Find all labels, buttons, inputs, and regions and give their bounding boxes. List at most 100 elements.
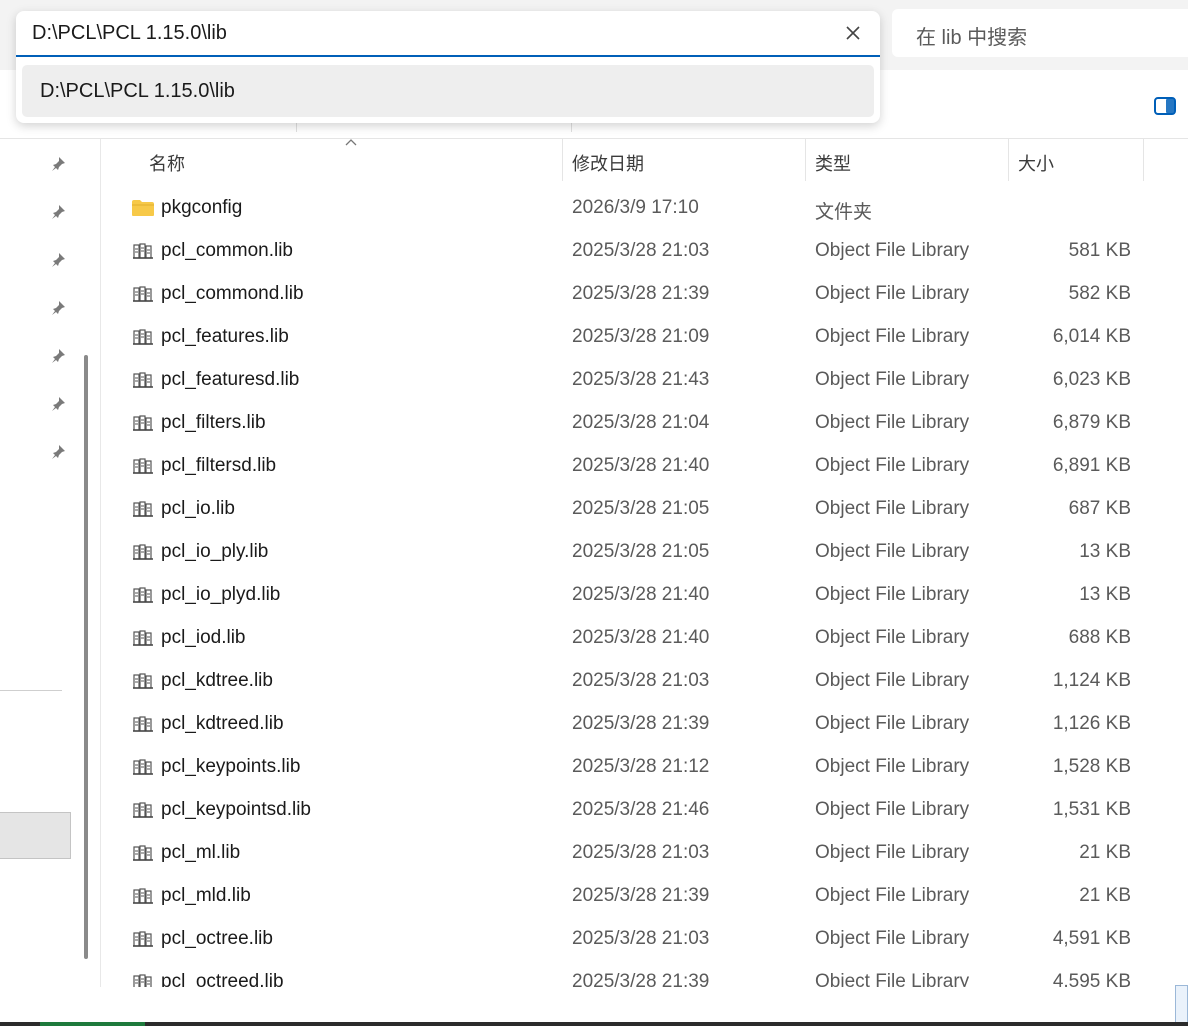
pin-icon[interactable] <box>50 443 68 461</box>
file-name: pcl_commond.lib <box>161 283 304 304</box>
address-bar-dropdown: D:\PCL\PCL 1.15.0\lib D:\PCL\PCL 1.15.0\… <box>16 11 880 123</box>
file-row[interactable]: pcl_filtersd.lib 2025/3/28 21:40 Object Fi… <box>101 445 1188 488</box>
file-date: 2025/3/28 21:05 <box>572 541 710 562</box>
library-file-icon <box>131 671 155 691</box>
column-separator[interactable] <box>805 139 806 181</box>
address-path-text: D:\PCL\PCL 1.15.0\lib <box>32 22 227 44</box>
pin-icon[interactable] <box>50 299 68 317</box>
file-date: 2025/3/28 21:39 <box>572 283 710 304</box>
file-name: pcl_iod.lib <box>161 627 246 648</box>
file-type: Object File Library <box>815 498 970 519</box>
file-type: Object File Library <box>815 713 970 734</box>
column-separator[interactable] <box>1008 139 1009 181</box>
file-name: pcl_keypoints.lib <box>161 756 301 777</box>
library-file-icon <box>131 628 155 648</box>
file-row[interactable]: pcl_keypointsd.lib 2025/3/28 21:46 Object … <box>101 789 1188 832</box>
file-name: pcl_features.lib <box>161 326 289 347</box>
file-row[interactable]: pcl_io_plyd.lib 2025/3/28 21:40 Object Fil… <box>101 574 1188 617</box>
search-placeholder: 在 lib 中搜索 <box>916 27 1028 49</box>
file-name: pcl_featuresd.lib <box>161 369 300 390</box>
column-header-name[interactable]: 名称 <box>149 150 185 176</box>
nav-selected-item[interactable] <box>0 812 71 859</box>
file-row[interactable]: pkgconfig 2026/3/9 17:10 文件夹 <box>101 187 1188 230</box>
pin-icon[interactable] <box>50 155 68 173</box>
folder-icon <box>131 198 155 218</box>
file-row[interactable]: pcl_mld.lib 2025/3/28 21:39 Object File Li… <box>101 875 1188 918</box>
file-row[interactable]: pcl_featuresd.lib 2025/3/28 21:43 Object F… <box>101 359 1188 402</box>
file-date: 2025/3/28 21:39 <box>572 713 710 734</box>
library-file-icon <box>131 714 155 734</box>
file-name: pcl_ml.lib <box>161 842 241 863</box>
file-name: pcl_common.lib <box>161 240 293 261</box>
file-type: Object File Library <box>815 799 970 820</box>
column-header-date[interactable]: 修改日期 <box>572 150 644 176</box>
file-size: 21 KB <box>1079 842 1131 863</box>
library-file-icon <box>131 542 155 562</box>
file-size: 4,591 KB <box>1052 928 1131 949</box>
file-size: 6,891 KB <box>1052 455 1131 476</box>
file-date: 2025/3/28 21:03 <box>572 842 710 863</box>
pin-icon[interactable] <box>50 395 68 413</box>
nav-scrollbar[interactable] <box>84 355 88 959</box>
file-date: 2025/3/28 21:05 <box>572 498 710 519</box>
file-date: 2025/3/28 21:43 <box>572 369 710 390</box>
file-name: pcl_octree.lib <box>161 928 273 949</box>
file-row[interactable]: pcl_common.lib 2025/3/28 21:03 Object File… <box>101 230 1188 273</box>
file-type: Object File Library <box>815 928 970 949</box>
file-row[interactable]: pcl_iod.lib 2025/3/28 21:40 Object File Li… <box>101 617 1188 660</box>
search-box[interactable]: 在 lib 中搜索 <box>892 9 1188 57</box>
file-type: Object File Library <box>815 885 970 906</box>
file-date: 2025/3/28 21:12 <box>572 756 710 777</box>
library-file-icon <box>131 456 155 476</box>
file-type: Object File Library <box>815 627 970 648</box>
address-suggestion[interactable]: D:\PCL\PCL 1.15.0\lib <box>22 65 874 117</box>
file-type: Object File Library <box>815 756 970 777</box>
file-type: Object File Library <box>815 541 970 562</box>
column-separator[interactable] <box>1143 139 1144 181</box>
file-date: 2025/3/28 21:03 <box>572 928 710 949</box>
library-file-icon <box>131 370 155 390</box>
column-header-size[interactable]: 大小 <box>1018 150 1054 176</box>
file-size: 13 KB <box>1079 584 1131 605</box>
file-name: pcl_kdtree.lib <box>161 670 273 691</box>
library-file-icon <box>131 757 155 777</box>
status-bar <box>0 987 1188 1026</box>
file-date: 2026/3/9 17:10 <box>572 197 699 218</box>
file-row[interactable]: pcl_kdtreed.lib 2025/3/28 21:39 Object Fil… <box>101 703 1188 746</box>
file-date: 2025/3/28 21:39 <box>572 885 710 906</box>
file-date: 2025/3/28 21:40 <box>572 455 710 476</box>
file-name: pcl_filters.lib <box>161 412 266 433</box>
file-row[interactable]: pcl_commond.lib 2025/3/28 21:39 Object Fil… <box>101 273 1188 316</box>
file-size: 688 KB <box>1068 627 1131 648</box>
file-row[interactable]: pcl_filters.lib 2025/3/28 21:04 Object Fil… <box>101 402 1188 445</box>
details-pane-icon[interactable] <box>1150 94 1180 118</box>
file-size: 687 KB <box>1068 498 1131 519</box>
file-type: Object File Library <box>815 455 970 476</box>
pin-icon[interactable] <box>50 347 68 365</box>
taskbar-active-indicator <box>40 1022 145 1026</box>
file-name: pcl_mld.lib <box>161 885 251 906</box>
file-date: 2025/3/28 21:09 <box>572 326 710 347</box>
library-file-icon <box>131 284 155 304</box>
file-size: 1,531 KB <box>1052 799 1131 820</box>
column-separator[interactable] <box>562 139 563 181</box>
file-row[interactable]: pcl_octree.lib 2025/3/28 21:03 Object File… <box>101 918 1188 961</box>
address-input[interactable]: D:\PCL\PCL 1.15.0\lib <box>16 11 880 57</box>
file-row[interactable]: pcl_io_ply.lib 2025/3/28 21:05 Object File… <box>101 531 1188 574</box>
file-row[interactable]: pcl_features.lib 2025/3/28 21:09 Object Fi… <box>101 316 1188 359</box>
library-file-icon <box>131 886 155 906</box>
pin-icon[interactable] <box>50 203 68 221</box>
column-header-type[interactable]: 类型 <box>815 150 851 176</box>
close-icon[interactable] <box>842 22 864 44</box>
file-date: 2025/3/28 21:03 <box>572 670 710 691</box>
file-row[interactable]: pcl_kdtree.lib 2025/3/28 21:03 Object File… <box>101 660 1188 703</box>
file-row[interactable]: pcl_ml.lib 2025/3/28 21:03 Object File Lib… <box>101 832 1188 875</box>
file-name: pcl_keypointsd.lib <box>161 799 311 820</box>
library-file-icon <box>131 499 155 519</box>
file-row[interactable]: pcl_io.lib 2025/3/28 21:05 Object File Lib… <box>101 488 1188 531</box>
file-size: 1,124 KB <box>1052 670 1131 691</box>
corner-button[interactable] <box>1175 985 1188 1023</box>
pin-icon[interactable] <box>50 251 68 269</box>
file-row[interactable]: pcl_keypoints.lib 2025/3/28 21:12 Object F… <box>101 746 1188 789</box>
file-type: 文件夹 <box>815 202 873 223</box>
